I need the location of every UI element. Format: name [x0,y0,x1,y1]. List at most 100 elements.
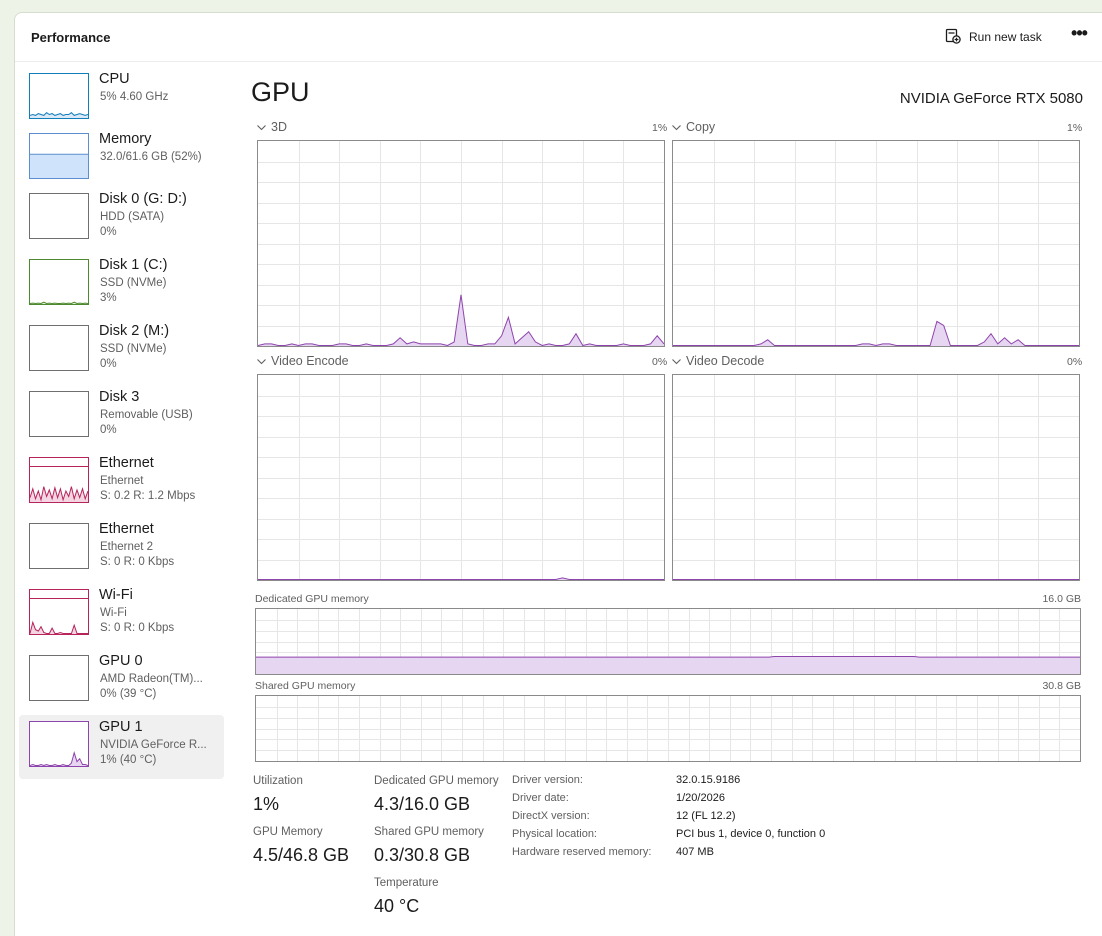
sidebar-thumbnail-graph [29,721,89,767]
sidebar-item-value: 0% (39 °C) [100,688,157,700]
run-task-icon [945,28,961,47]
info-value: 407 MB [676,846,714,858]
gpu-model-name: NVIDIA GeForce RTX 5080 [899,90,1083,107]
run-new-task-button[interactable]: Run new task [945,27,1042,47]
sidebar-thumbnail-graph [29,523,89,569]
wifi-area [30,622,88,634]
dedicated-memory-max: 16.0 GB [1042,593,1081,605]
sidebar-item-name: CPU [99,71,130,87]
engine-copy-percent: 1% [1067,122,1083,134]
engine-video-decode-selector[interactable]: Video Decode [672,354,764,368]
sidebar-item-detail: Removable (USB) [100,409,193,421]
sidebar-item-detail: AMD Radeon(TM)... [100,673,203,685]
dedicated-graph-area [256,656,1080,674]
sidebar-item-disk-0-g-d-2[interactable]: Disk 0 (G: D:) HDD (SATA) 0% [19,187,224,251]
sidebar-thumbnail-graph [29,589,89,635]
sidebar-item-name: Wi-Fi [99,587,133,603]
shared-memory-stat-label: Shared GPU memory [374,826,484,838]
sidebar-item-wi-fi-8[interactable]: Wi-Fi Wi-Fi S: 0 R: 0 Kbps [19,583,224,647]
engine-3d-selector[interactable]: 3D [257,120,287,134]
sidebar-item-name: Disk 3 [99,389,140,405]
shared-memory-max: 30.8 GB [1042,680,1081,692]
memory-fill [30,154,88,178]
sidebar-item-detail: Wi-Fi [100,607,127,619]
sidebar-thumbnail-graph [29,259,89,305]
header-bar: Performance Run new task ••• [15,13,1102,62]
sidebar-item-ethernet-6[interactable]: Ethernet Ethernet S: 0.2 R: 1.2 Mbps [19,451,224,515]
sidebar-thumbnail-graph [29,391,89,437]
dedicated-memory-graph [255,608,1081,675]
more-options-button[interactable]: ••• [1067,23,1091,47]
gpu-heading: GPU [251,77,310,107]
run-task-label: Run new task [969,30,1042,44]
chevron-down-icon [672,354,681,368]
shared-memory-graph [255,695,1081,762]
sidebar-item-disk-2-m-4[interactable]: Disk 2 (M:) SSD (NVMe) 0% [19,319,224,383]
sidebar-item-detail: SSD (NVMe) [100,343,167,355]
info-key: DirectX version: [512,810,590,822]
dedicated-memory-stat-value: 4.3/16.0 GB [374,794,471,814]
sidebar-item-memory-1[interactable]: Memory 32.0/61.6 GB (52%) [19,127,224,191]
sidebar-item-gpu-1-10[interactable]: GPU 1 NVIDIA GeForce R... 1% (40 °C) [19,715,224,779]
engine-label: Copy [686,120,716,134]
info-key: Physical location: [512,828,597,840]
engine-copy-selector[interactable]: Copy [672,120,715,134]
sidebar-item-value: 3% [100,292,117,304]
engine-video-decode-graph [672,374,1080,581]
sidebar-thumbnail-graph [29,133,89,179]
info-value: PCI bus 1, device 0, function 0 [676,828,826,840]
info-value: 32.0.15.9186 [676,774,741,786]
sidebar-thumbnail-graph [29,655,89,701]
utilization-label: Utilization [253,775,303,787]
sidebar-item-ethernet-7[interactable]: Ethernet Ethernet 2 S: 0 R: 0 Kbps [19,517,224,581]
sidebar-item-detail: Ethernet 2 [100,541,154,553]
disk-line [30,301,88,304]
temperature-value: 40 °C [374,896,420,916]
engine-video-encode-graph [257,374,665,581]
sidebar-item-name: Ethernet [99,521,154,537]
sidebar-item-disk-1-c-3[interactable]: Disk 1 (C:) SSD (NVMe) 3% [19,253,224,317]
info-key: Driver date: [512,792,569,804]
info-key: Driver version: [512,774,583,786]
engine-3d-percent: 1% [652,122,668,134]
engine-copy-graph [672,140,1080,347]
sidebar-thumbnail-graph [29,325,89,371]
sidebar-item-name: Memory [99,131,152,147]
engine-label: Video Encode [271,354,349,368]
sidebar-item-detail: Ethernet [100,475,144,487]
info-value: 1/20/2026 [676,792,725,804]
sidebar-item-gpu-0-9[interactable]: GPU 0 AMD Radeon(TM)... 0% (39 °C) [19,649,224,713]
info-value: 12 (FL 12.2) [676,810,736,822]
sidebar-item-name: GPU 0 [99,653,143,669]
sidebar-item-disk-3-5[interactable]: Disk 3 Removable (USB) 0% [19,385,224,449]
shared-memory-label: Shared GPU memory [255,680,356,692]
chevron-down-icon [257,120,266,134]
sidebar-item-name: Disk 0 (G: D:) [99,191,187,207]
sidebar-item-value: 1% (40 °C) [100,754,157,766]
engine-video-encode-selector[interactable]: Video Encode [257,354,349,368]
sidebar-item-value: 0% [100,358,117,370]
gpu-memory-value: 4.5/46.8 GB [253,845,350,865]
sidebar-item-detail: HDD (SATA) [100,211,165,223]
utilization-value: 1% [253,794,280,814]
sidebar-item-name: Ethernet [99,455,154,471]
sidebar-item-value: S: 0 R: 0 Kbps [100,556,175,568]
sidebar-item-detail: 32.0/61.6 GB (52%) [100,151,202,163]
shared-memory-stat-value: 0.3/30.8 GB [374,845,471,865]
engine-label: 3D [271,120,287,134]
engine-3d-area [258,294,664,346]
sidebar-item-value: S: 0 R: 0 Kbps [100,622,175,634]
gpu-memory-label: GPU Memory [253,826,323,838]
engine-3d-graph [257,140,665,347]
dedicated-memory-label: Dedicated GPU memory [255,593,369,605]
sidebar-thumbnail-graph [29,193,89,239]
sidebar-thumbnail-graph [29,457,89,503]
engine-label: Video Decode [686,354,765,368]
engine-video-decode-percent: 0% [1067,356,1083,368]
chevron-down-icon [672,120,681,134]
temperature-label: Temperature [374,877,439,889]
sidebar-thumbnail-graph [29,73,89,119]
chevron-down-icon [257,354,266,368]
sidebar-item-cpu-0[interactable]: CPU 5% 4.60 GHz [19,67,224,131]
task-manager-window: Performance Run new task ••• CPU 5% 4.60 … [14,12,1102,936]
